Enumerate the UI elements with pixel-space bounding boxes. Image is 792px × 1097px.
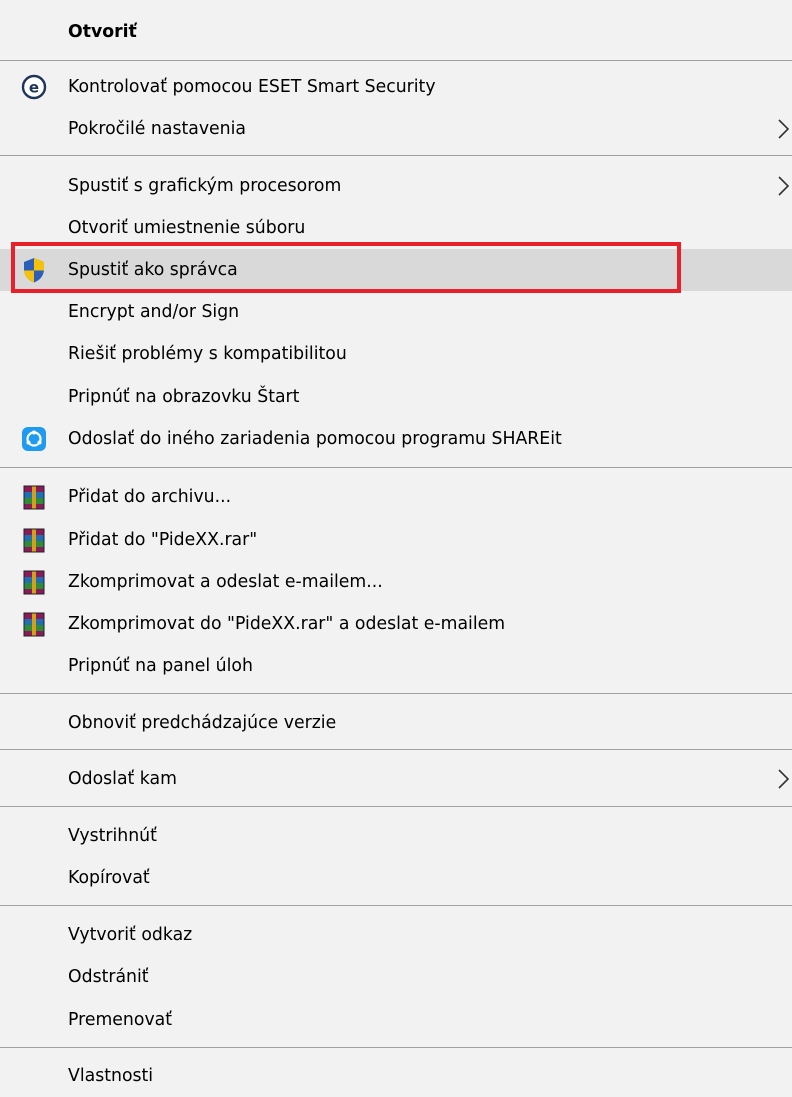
menu-item-compress-and-email-label: Zkomprimovat a odeslat e-mailem...	[68, 571, 383, 592]
menu-separator	[0, 1047, 792, 1048]
menu-item-delete-label: Odstrániť	[68, 966, 149, 987]
menu-item-run-as-admin-label: Spustiť ako správca	[68, 259, 238, 280]
winrar-icon	[20, 568, 48, 596]
menu-item-properties-label: Vlastnosti	[68, 1065, 154, 1086]
winrar-icon	[20, 483, 48, 511]
menu-item-add-to-archive-label: Přidat do archivu...	[68, 486, 232, 507]
menu-separator	[0, 60, 792, 61]
menu-item-run-with-gpu[interactable]: Spustiť s grafickým procesorom	[0, 166, 792, 206]
menu-item-open-label: Otvoriť	[68, 21, 137, 42]
winrar-icon	[20, 610, 48, 638]
menu-item-cut-label: Vystrihnúť	[68, 825, 157, 846]
menu-item-delete[interactable]: Odstrániť	[0, 957, 792, 997]
winrar-icon	[20, 526, 48, 554]
chevron-right-icon	[772, 765, 792, 793]
menu-item-advanced-settings[interactable]: Pokročilé nastavenia	[0, 109, 792, 149]
menu-item-encrypt-sign[interactable]: Encrypt and/or Sign	[0, 292, 792, 332]
menu-item-restore-previous-versions[interactable]: Obnoviť predchádzajúce verzie	[0, 703, 792, 743]
menu-separator	[0, 693, 792, 694]
menu-item-open-file-location-label: Otvoriť umiestnenie súboru	[68, 217, 306, 238]
menu-item-restore-previous-versions-label: Obnoviť predchádzajúce verzie	[68, 712, 337, 733]
menu-separator	[0, 806, 792, 807]
menu-item-send-to-label: Odoslať kam	[68, 768, 177, 789]
menu-item-advanced-settings-label: Pokročilé nastavenia	[68, 118, 247, 139]
menu-item-troubleshoot-compatibility[interactable]: Riešiť problémy s kompatibilitou	[0, 334, 792, 374]
menu-item-pin-to-taskbar-label: Pripnúť na panel úloh	[68, 655, 253, 676]
menu-item-create-shortcut-label: Vytvoriť odkaz	[68, 924, 193, 945]
menu-item-encrypt-sign-label: Encrypt and/or Sign	[68, 301, 240, 322]
menu-item-compress-rar-and-email[interactable]: Zkomprimovat do "PideXX.rar" a odeslat e…	[0, 604, 792, 644]
menu-item-pin-to-taskbar[interactable]: Pripnúť na panel úloh	[0, 646, 792, 686]
shareit-icon	[20, 425, 48, 453]
chevron-right-icon	[772, 115, 792, 143]
menu-item-add-to-rar-label: Přidat do "PideXX.rar"	[68, 529, 258, 550]
menu-item-open-file-location[interactable]: Otvoriť umiestnenie súboru	[0, 208, 792, 248]
menu-item-pin-to-start[interactable]: Pripnúť na obrazovku Štart	[0, 377, 792, 417]
menu-item-troubleshoot-compatibility-label: Riešiť problémy s kompatibilitou	[68, 343, 347, 364]
chevron-right-icon	[772, 172, 792, 200]
menu-item-compress-and-email[interactable]: Zkomprimovat a odeslat e-mailem...	[0, 562, 792, 602]
menu-item-compress-rar-and-email-label: Zkomprimovat do "PideXX.rar" a odeslat e…	[68, 613, 506, 634]
menu-item-pin-to-start-label: Pripnúť na obrazovku Štart	[68, 386, 300, 407]
menu-item-copy[interactable]: Kopírovať	[0, 858, 792, 898]
menu-item-eset-scan-label: Kontrolovať pomocou ESET Smart Security	[68, 76, 436, 97]
menu-separator	[0, 155, 792, 156]
menu-item-copy-label: Kopírovať	[68, 867, 150, 888]
menu-item-create-shortcut[interactable]: Vytvoriť odkaz	[0, 915, 792, 955]
menu-item-eset-scan[interactable]: e Kontrolovať pomocou ESET Smart Securit…	[0, 67, 792, 107]
menu-item-cut[interactable]: Vystrihnúť	[0, 816, 792, 856]
menu-item-run-as-admin[interactable]: Spustiť ako správca	[0, 249, 792, 291]
menu-item-shareit[interactable]: Odoslať do iného zariadenia pomocou prog…	[0, 419, 792, 459]
menu-item-add-to-archive[interactable]: Přidat do archivu...	[0, 477, 792, 517]
menu-separator	[0, 905, 792, 906]
menu-item-add-to-rar[interactable]: Přidat do "PideXX.rar"	[0, 520, 792, 560]
svg-text:e: e	[29, 79, 39, 97]
uac-shield-icon	[20, 256, 48, 284]
context-menu: Otvoriť e Kontrolovať pomocou ESET Smart…	[0, 0, 792, 1097]
menu-item-rename[interactable]: Premenovať	[0, 1000, 792, 1040]
menu-separator	[0, 749, 792, 750]
menu-item-open[interactable]: Otvoriť	[0, 12, 792, 52]
menu-item-send-to[interactable]: Odoslať kam	[0, 759, 792, 799]
menu-separator	[0, 467, 792, 468]
menu-item-rename-label: Premenovať	[68, 1009, 173, 1030]
menu-item-shareit-label: Odoslať do iného zariadenia pomocou prog…	[68, 428, 562, 449]
eset-icon: e	[20, 73, 48, 101]
menu-item-properties[interactable]: Vlastnosti	[0, 1056, 792, 1096]
menu-item-run-with-gpu-label: Spustiť s grafickým procesorom	[68, 175, 342, 196]
